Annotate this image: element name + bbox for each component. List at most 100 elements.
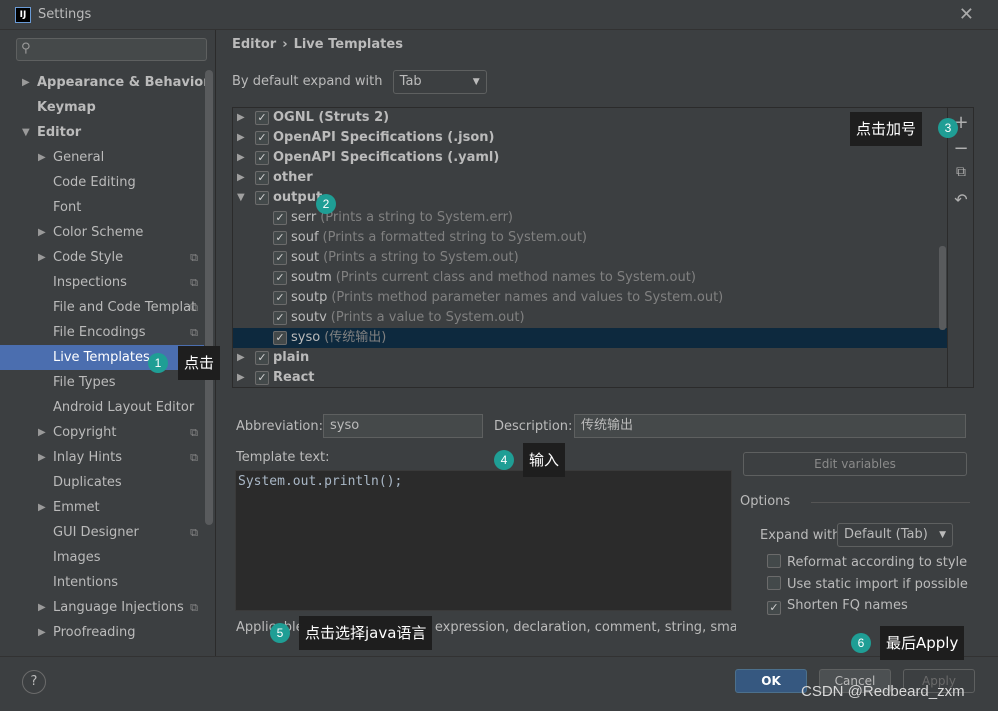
breadcrumb-parent[interactable]: Editor	[232, 37, 276, 52]
reformat-checkbox[interactable]: Reformat according to style	[767, 554, 967, 572]
template-group-row[interactable]: ▼ ✓ output	[233, 188, 947, 208]
template-name: soutp	[291, 290, 328, 305]
sidebar-item-emmet[interactable]: ▶ Emmet	[0, 495, 204, 520]
template-name: plain	[273, 350, 310, 365]
close-icon[interactable]: ✕	[959, 4, 974, 25]
description-input[interactable]: 传统输出	[574, 414, 966, 438]
sidebar-item-label: Inspections	[53, 275, 127, 290]
template-checkbox[interactable]: ✓	[255, 131, 269, 145]
template-row[interactable]: ✓ syso (传统输出)	[233, 328, 947, 348]
template-checkbox[interactable]: ✓	[255, 351, 269, 365]
template-group-row[interactable]: ▶ ✓ other	[233, 168, 947, 188]
default-expand-select[interactable]: Tab ▼	[392, 70, 487, 94]
chevron-right-icon[interactable]: ▶	[38, 620, 46, 645]
template-checkbox[interactable]: ✓	[255, 191, 269, 205]
sidebar-item-proofreading[interactable]: ▶ Proofreading	[0, 620, 204, 645]
sidebar-item-general[interactable]: ▶ General	[0, 145, 204, 170]
sidebar-item-file-and-code-templat[interactable]: File and Code Templat ⧉	[0, 295, 204, 320]
sidebar-item-android-layout-editor[interactable]: Android Layout Editor	[0, 395, 204, 420]
abbreviation-input[interactable]: syso	[323, 414, 483, 438]
chevron-right-icon[interactable]: ▶	[38, 245, 46, 270]
sidebar-item-code-style[interactable]: ▶ Code Style ⧉	[0, 245, 204, 270]
ok-button[interactable]: OK	[735, 669, 807, 693]
template-checkbox[interactable]: ✓	[273, 251, 287, 265]
sidebar-item-inlay-hints[interactable]: ▶ Inlay Hints ⧉	[0, 445, 204, 470]
checkbox-box[interactable]: ✓	[767, 601, 781, 615]
sidebar-item-font[interactable]: Font	[0, 195, 204, 220]
chevron-right-icon[interactable]: ▶	[237, 148, 245, 168]
template-checkbox[interactable]: ✓	[273, 211, 287, 225]
step-badge-1: 1	[148, 353, 168, 373]
sidebar-item-file-encodings[interactable]: File Encodings ⧉	[0, 320, 204, 345]
template-name: soutm	[291, 270, 332, 285]
static-import-checkbox[interactable]: Use static import if possible	[767, 576, 968, 594]
template-checkbox[interactable]: ✓	[273, 271, 287, 285]
chevron-down-icon[interactable]: ▼	[22, 120, 30, 145]
template-group-row[interactable]: ▶ ✓ OpenAPI Specifications (.json)	[233, 128, 947, 148]
chevron-right-icon[interactable]: ▶	[38, 145, 46, 170]
sidebar-item-editor[interactable]: ▼ Editor	[0, 120, 204, 145]
sidebar-item-intentions[interactable]: Intentions	[0, 570, 204, 595]
settings-tree: ▶ Appearance & Behavior Keymap ▼ Editor ▶ Gene…	[0, 70, 210, 645]
template-row[interactable]: ✓ serr (Prints a string to System.err)	[233, 208, 947, 228]
template-group-row[interactable]: ▶ ✓ OGNL (Struts 2)	[233, 108, 947, 128]
chevron-right-icon[interactable]: ▶	[38, 420, 46, 445]
sidebar-item-code-editing[interactable]: Code Editing	[0, 170, 204, 195]
sidebar-item-keymap[interactable]: Keymap	[0, 95, 204, 120]
chevron-right-icon[interactable]: ▶	[38, 220, 46, 245]
template-group-row[interactable]: ▶ ✓ OpenAPI Specifications (.yaml)	[233, 148, 947, 168]
shorten-fq-checkbox[interactable]: ✓ Shorten FQ names	[767, 598, 908, 616]
template-checkbox[interactable]: ✓	[273, 231, 287, 245]
sidebar-item-gui-designer[interactable]: GUI Designer ⧉	[0, 520, 204, 545]
template-row[interactable]: ✓ sout (Prints a string to System.out)	[233, 248, 947, 268]
checkbox-box[interactable]	[767, 554, 781, 568]
breadcrumb: Editor › Live Templates	[232, 37, 403, 52]
restore-icon[interactable]: ↶	[948, 190, 974, 209]
chevron-right-icon[interactable]: ▶	[38, 495, 46, 520]
template-row[interactable]: ✓ soutv (Prints a value to System.out)	[233, 308, 947, 328]
sidebar-item-appearance-behavior[interactable]: ▶ Appearance & Behavior	[0, 70, 210, 95]
template-checkbox[interactable]: ✓	[255, 171, 269, 185]
templates-scrollbar[interactable]	[939, 246, 946, 330]
expand-with-select[interactable]: Default (Tab) ▼	[837, 523, 953, 547]
template-checkbox[interactable]: ✓	[273, 331, 287, 345]
sidebar-scrollbar[interactable]	[205, 70, 213, 525]
sidebar-item-color-scheme[interactable]: ▶ Color Scheme	[0, 220, 204, 245]
sidebar-item-inspections[interactable]: Inspections ⧉	[0, 270, 204, 295]
chevron-right-icon[interactable]: ▶	[38, 445, 46, 470]
chevron-right-icon[interactable]: ▶	[22, 70, 30, 95]
sidebar-item-images[interactable]: Images	[0, 545, 204, 570]
template-checkbox[interactable]: ✓	[273, 311, 287, 325]
remove-icon[interactable]: −	[948, 138, 974, 159]
checkbox-box[interactable]	[767, 576, 781, 590]
template-checkbox[interactable]: ✓	[255, 111, 269, 125]
template-group-row[interactable]: ▶ ✓ React	[233, 368, 947, 387]
template-row[interactable]: ✓ soutp (Prints method parameter names and…	[233, 288, 947, 308]
template-description: (Prints method parameter names and value…	[331, 290, 724, 305]
sidebar-item-live-templates[interactable]: Live Templates	[0, 345, 204, 370]
chevron-right-icon[interactable]: ▶	[237, 128, 245, 148]
chevron-right-icon[interactable]: ▶	[237, 348, 245, 368]
template-group-row[interactable]: ▶ ✓ plain	[233, 348, 947, 368]
step-callout-4: 输入	[523, 443, 566, 477]
sidebar-item-duplicates[interactable]: Duplicates	[0, 470, 204, 495]
copy-icon[interactable]: ⧉	[948, 164, 974, 180]
template-description: (Prints a string to System.err)	[320, 210, 513, 225]
template-checkbox[interactable]: ✓	[255, 151, 269, 165]
sidebar-item-language-injections[interactable]: ▶ Language Injections ⧉	[0, 595, 204, 620]
settings-search-input[interactable]: ⚲	[16, 38, 207, 61]
chevron-right-icon[interactable]: ▶	[237, 108, 245, 128]
chevron-down-icon[interactable]: ▼	[237, 188, 245, 208]
edit-variables-button[interactable]: Edit variables	[743, 452, 967, 476]
template-checkbox[interactable]: ✓	[255, 371, 269, 385]
chevron-right-icon[interactable]: ▶	[237, 168, 245, 188]
template-checkbox[interactable]: ✓	[273, 291, 287, 305]
sidebar-item-file-types[interactable]: File Types	[0, 370, 204, 395]
template-row[interactable]: ✓ soutm (Prints current class and method n…	[233, 268, 947, 288]
template-row[interactable]: ✓ souf (Prints a formatted string to Syste…	[233, 228, 947, 248]
help-button[interactable]: ?	[22, 670, 46, 694]
chevron-right-icon[interactable]: ▶	[38, 595, 46, 620]
template-text-editor[interactable]: System.out.println();	[235, 470, 732, 611]
chevron-right-icon[interactable]: ▶	[237, 368, 245, 387]
sidebar-item-copyright[interactable]: ▶ Copyright ⧉	[0, 420, 204, 445]
